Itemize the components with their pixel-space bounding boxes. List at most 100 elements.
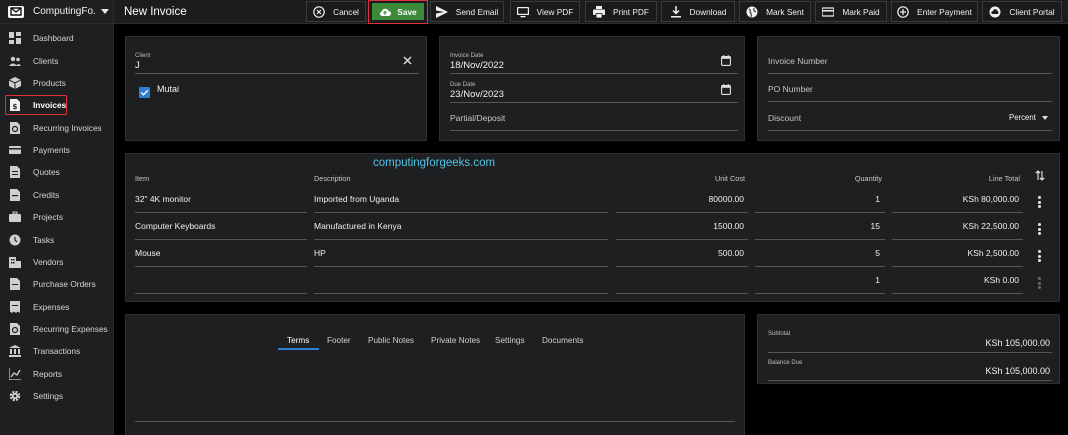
sidebar-item-recurring-expenses[interactable]: Recurring Expenses — [0, 319, 114, 339]
description-cell[interactable]: Imported from Uganda — [314, 194, 399, 204]
sidebar-item-reports[interactable]: Reports — [0, 364, 114, 384]
client-panel: Client J Mutai — [125, 36, 427, 141]
row-menu-icon[interactable] — [1038, 250, 1041, 262]
print-pdf-label: Print PDF — [613, 6, 649, 17]
unit-cost-cell[interactable]: 500.00 — [646, 248, 744, 258]
row-menu-icon[interactable] — [1038, 196, 1041, 208]
send-email-label: Send Email — [455, 6, 499, 17]
send-email-button[interactable]: Send Email — [430, 1, 504, 22]
company-name: ComputingFo... — [33, 6, 95, 17]
sidebar-item-label: Credits — [33, 190, 60, 200]
send-icon — [435, 5, 448, 18]
products-icon — [9, 77, 21, 89]
tab-private-notes[interactable]: Private Notes — [431, 336, 480, 345]
cell-underline — [616, 293, 748, 294]
due-date-label: Due Date — [450, 82, 476, 88]
cancel-button[interactable]: Cancel — [306, 1, 366, 22]
client-field-label: Client — [135, 53, 151, 59]
balance-due-label: Balance Due — [768, 360, 803, 366]
mark-sent-button[interactable]: Mark Sent — [739, 1, 811, 22]
chevron-down-icon — [101, 9, 109, 14]
tab-footer[interactable]: Footer — [327, 336, 351, 345]
invoice-date-field[interactable]: 18/Nov/2022 — [450, 60, 504, 71]
sidebar-item-credits[interactable]: Credits — [0, 185, 114, 205]
sidebar-item-recurring-invoices[interactable]: Recurring Invoices — [0, 118, 114, 138]
sidebar-item-transactions[interactable]: Transactions — [0, 341, 114, 361]
row-menu-icon[interactable] — [1038, 223, 1041, 235]
cell-underline — [892, 212, 1023, 213]
clear-client-icon[interactable] — [403, 56, 412, 65]
quantity-cell[interactable]: 1 — [786, 194, 880, 204]
description-cell[interactable]: HP — [314, 248, 326, 258]
partial-deposit-field[interactable]: Partial/Deposit — [450, 113, 505, 123]
cell-underline — [755, 293, 885, 294]
item-cell[interactable]: Mouse — [135, 248, 161, 258]
item-cell[interactable]: Computer Keyboards — [135, 221, 215, 231]
unit-cost-cell[interactable]: 80000.00 — [646, 194, 744, 204]
quantity-cell[interactable]: 1 — [786, 275, 880, 285]
calendar-icon[interactable] — [721, 84, 731, 95]
subtotal-underline — [768, 352, 1052, 353]
print-pdf-button[interactable]: Print PDF — [585, 1, 657, 22]
sidebar-item-tasks[interactable]: Tasks — [0, 230, 114, 250]
line-total-cell: KSh 80,000.00 — [962, 194, 1019, 204]
tab-public-notes[interactable]: Public Notes — [368, 336, 414, 345]
sidebar-item-settings[interactable]: Settings — [0, 386, 114, 406]
description-cell[interactable]: Manufactured in Kenya — [314, 221, 401, 231]
mark-paid-button[interactable]: Mark Paid — [815, 1, 887, 22]
client-portal-button[interactable]: Client Portal — [982, 1, 1062, 22]
mark-sent-label: Mark Sent — [766, 6, 804, 17]
unit-cost-cell[interactable]: 1500.00 — [646, 221, 744, 231]
subtotal-value: KSh 105,000.00 — [985, 338, 1050, 348]
quantity-cell[interactable]: 5 — [786, 248, 880, 258]
po-number-field[interactable]: PO Number — [768, 84, 813, 94]
cancel-label: Cancel — [333, 6, 359, 17]
sidebar-item-label: Projects — [33, 212, 63, 222]
cell-underline — [314, 239, 608, 240]
quantity-cell[interactable]: 15 — [786, 221, 880, 231]
gear-icon — [9, 390, 21, 402]
sidebar-item-payments[interactable]: Payments — [0, 140, 114, 160]
view-pdf-button[interactable]: View PDF — [510, 1, 580, 22]
sidebar-item-dashboard[interactable]: Dashboard — [0, 28, 114, 48]
tab-terms[interactable]: Terms — [287, 336, 309, 345]
sidebar-item-quotes[interactable]: Quotes — [0, 162, 114, 182]
logo-icon — [8, 5, 24, 18]
save-highlight — [368, 0, 428, 24]
calendar-icon[interactable] — [721, 55, 731, 66]
contact-checkbox[interactable] — [139, 87, 150, 98]
sidebar-item-invoices[interactable]: $ Invoices — [0, 95, 114, 115]
sidebar-item-vendors[interactable]: Vendors — [0, 252, 114, 272]
discount-field[interactable]: Discount — [768, 113, 801, 123]
tab-documents[interactable]: Documents — [542, 336, 583, 345]
line-items-panel: computingforgeeks.com Item Description U… — [125, 153, 1060, 302]
due-date-field[interactable]: 23/Nov/2023 — [450, 89, 504, 100]
sidebar-item-clients[interactable]: Clients — [0, 51, 114, 71]
sidebar-item-label: Vendors — [33, 257, 64, 267]
client-portal-label: Client Portal — [1009, 6, 1055, 17]
chevron-down-icon — [1042, 116, 1048, 120]
enter-payment-button[interactable]: Enter Payment — [891, 1, 978, 22]
enter-payment-label: Enter Payment — [917, 6, 972, 17]
row-menu-icon[interactable] — [1038, 277, 1041, 289]
client-field[interactable]: J — [135, 60, 140, 71]
tab-settings[interactable]: Settings — [495, 336, 525, 345]
cell-underline — [755, 239, 885, 240]
item-cell[interactable]: 32" 4K monitor — [135, 194, 191, 204]
terms-textarea[interactable] — [135, 356, 735, 421]
monitor-icon — [516, 6, 529, 17]
sidebar-item-purchase-orders[interactable]: Purchase Orders — [0, 274, 114, 294]
discount-type-select[interactable]: Percent — [1009, 113, 1036, 122]
column-header-line-total: Line Total — [988, 174, 1020, 183]
mark-paid-label: Mark Paid — [842, 6, 880, 17]
sidebar-item-products[interactable]: Products — [0, 73, 114, 93]
sidebar-item-projects[interactable]: Projects — [0, 207, 114, 227]
sidebar-item-expenses[interactable]: Expenses — [0, 297, 114, 317]
company-switcher[interactable]: ComputingFo... — [0, 0, 113, 24]
sort-icon[interactable] — [1035, 170, 1045, 181]
invoice-number-field[interactable]: Invoice Number — [768, 56, 828, 66]
active-tab-indicator — [278, 348, 319, 350]
download-button[interactable]: Download — [661, 1, 735, 22]
terms-underline — [135, 421, 735, 422]
discount-underline — [768, 130, 1052, 131]
